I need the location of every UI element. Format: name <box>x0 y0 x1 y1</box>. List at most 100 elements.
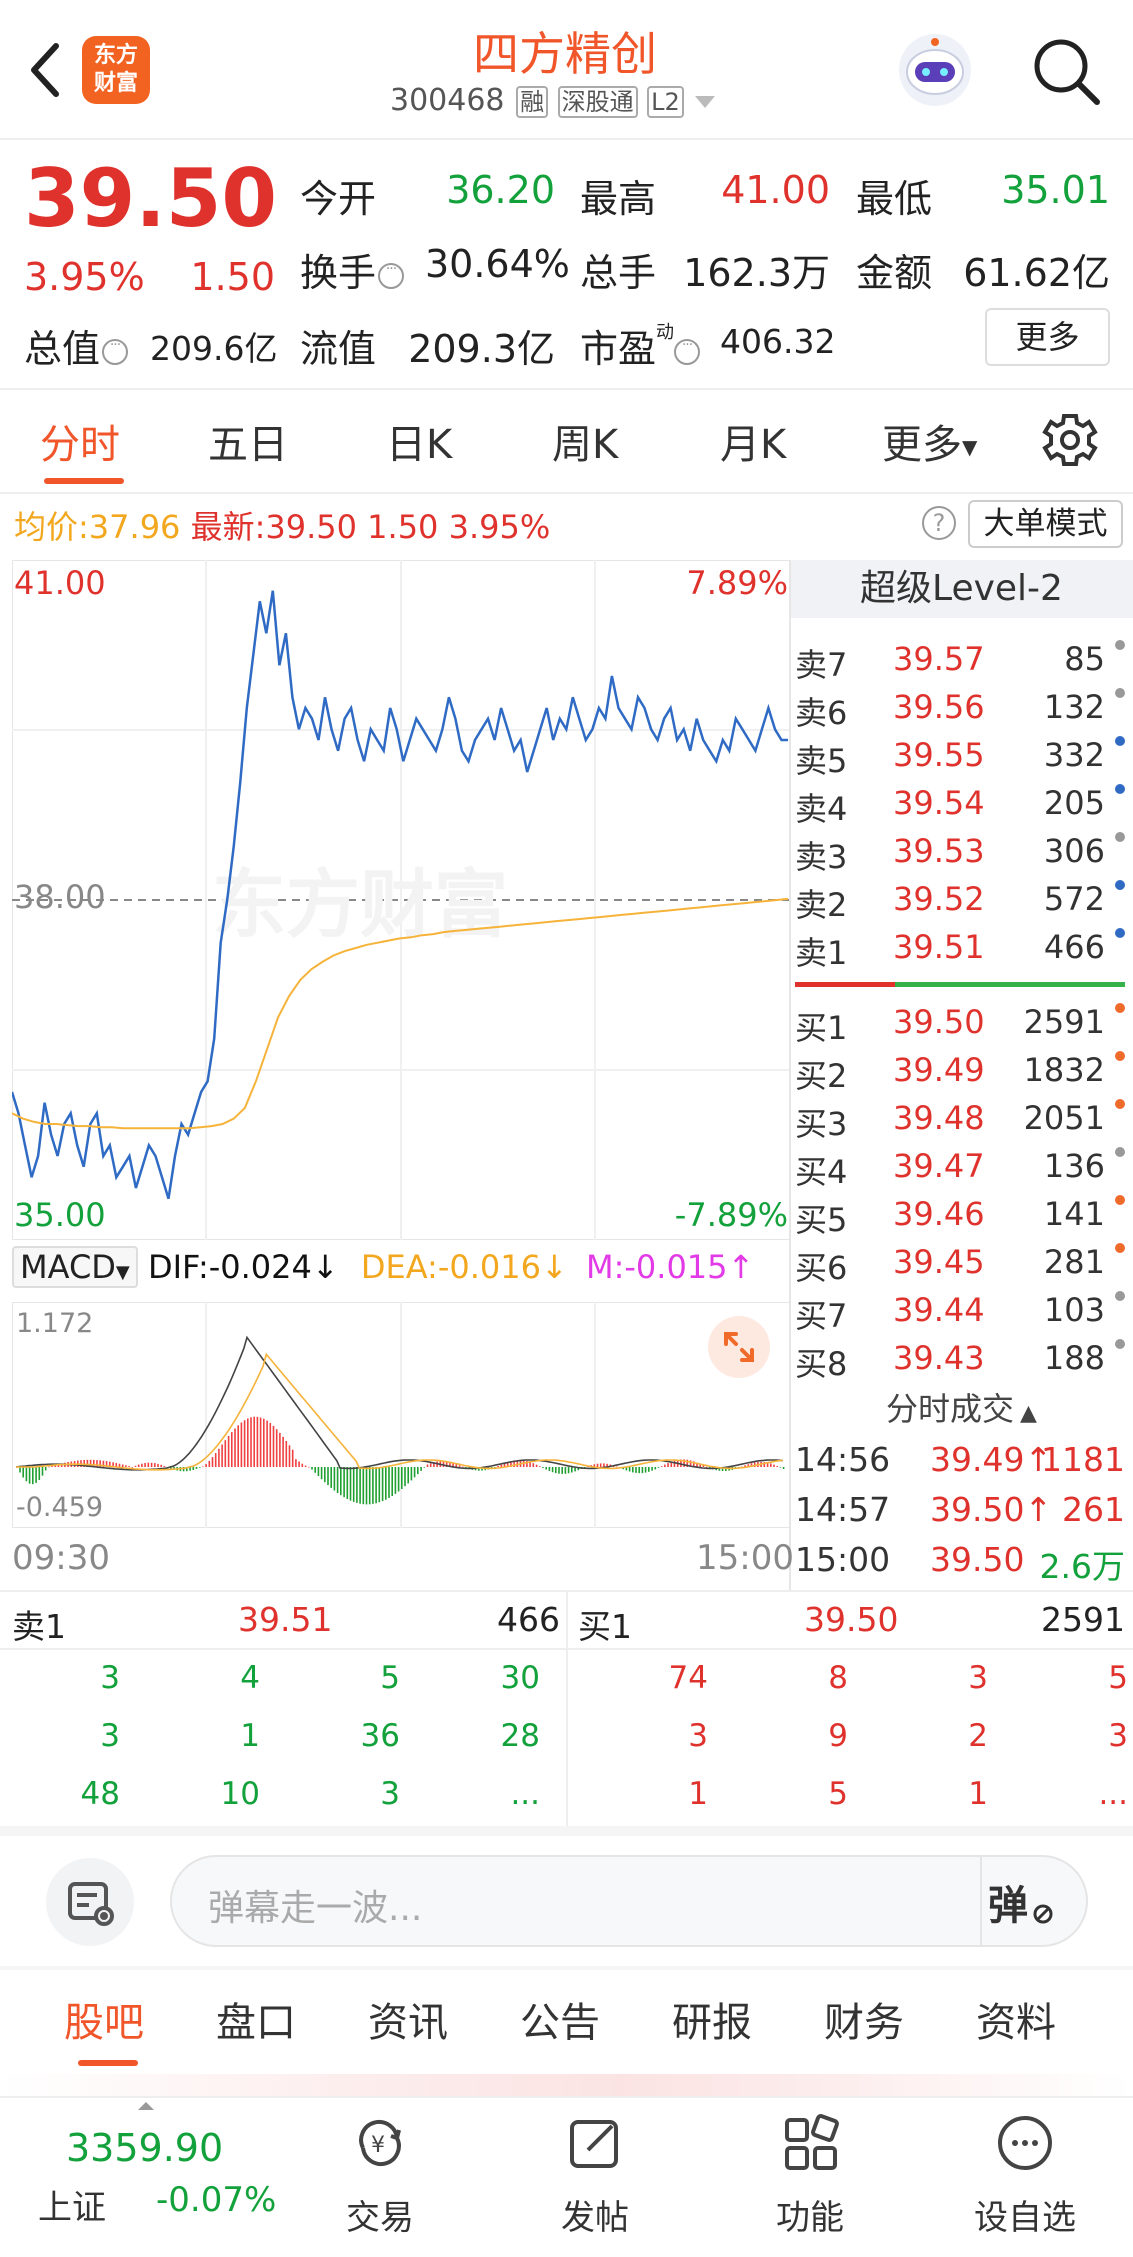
tab-daily-k[interactable]: 日K <box>386 412 452 470</box>
buy-queue-cell: 2 <box>968 1718 988 1754</box>
index-value: 3359.90 <box>66 2126 224 2170</box>
index-widget[interactable]: 3359.90 上证 -0.07% <box>20 2100 290 2250</box>
macd-bar <box>301 1463 304 1467</box>
info-icon[interactable] <box>378 261 405 289</box>
macd-selector[interactable]: MACD▼ <box>12 1246 138 1288</box>
order-dot <box>1115 832 1125 842</box>
big-order-mode-button[interactable]: 大单模式 <box>968 500 1123 548</box>
macd-bar <box>388 1467 390 1498</box>
macd-bar <box>378 1467 381 1503</box>
ask-row[interactable]: 卖5 39.55 332 <box>795 736 1125 784</box>
tab-fenshi[interactable]: 分时 <box>40 412 120 470</box>
bottom-tab-6[interactable]: 资料 <box>976 1990 1056 2048</box>
bid-row[interactable]: 买4 39.47 136 <box>795 1147 1125 1195</box>
macd-y-top: 1.172 <box>16 1308 94 1339</box>
bid-row[interactable]: 买6 39.45 281 <box>795 1243 1125 1291</box>
macd-bar <box>96 1460 98 1467</box>
danmu-input[interactable]: 弹幕走一波... 弹 <box>170 1855 1088 1947</box>
info-icon[interactable] <box>102 337 129 365</box>
danmu-send-button[interactable]: 弹 <box>988 1873 1078 1929</box>
macd-y-bottom: -0.459 <box>16 1492 104 1523</box>
sell-queue-cell: 48 <box>80 1776 120 1812</box>
buy-queue-cell: 74 <box>668 1660 708 1696</box>
help-icon[interactable]: ? <box>922 506 956 540</box>
macd-bar <box>356 1467 358 1503</box>
bid-row[interactable]: 买5 39.46 141 <box>795 1195 1125 1243</box>
bid-label: 买3 <box>795 1105 848 1143</box>
macd-bar <box>118 1463 121 1467</box>
ask-row[interactable]: 卖6 39.56 132 <box>795 688 1125 736</box>
danmu-settings-button[interactable] <box>46 1858 134 1946</box>
bottom-tab-2[interactable]: 资讯 <box>368 1990 448 2048</box>
tick-time: 14:57 <box>795 1490 891 1529</box>
ask-row[interactable]: 卖2 39.52 572 <box>795 880 1125 928</box>
post-button[interactable]: 发帖 <box>535 2108 655 2248</box>
macd-bar <box>558 1467 560 1474</box>
info-icon[interactable] <box>674 337 701 365</box>
macd-bar <box>263 1418 265 1467</box>
macd-bar <box>157 1463 159 1467</box>
bottom-tab-1[interactable]: 盘口 <box>216 1990 296 2048</box>
ticks-title[interactable]: 分时成交 ▲ <box>790 1384 1133 1430</box>
open-value: 36.20 <box>446 168 555 212</box>
order-dot <box>1115 688 1125 698</box>
ask-row[interactable]: 卖7 39.57 85 <box>795 640 1125 688</box>
badge-rong: 融 <box>516 86 549 118</box>
last-label: 最新: <box>190 508 266 546</box>
orderbook-title[interactable]: 超级Level-2 <box>790 560 1133 618</box>
bid-vol: 1832 <box>1023 1051 1105 1089</box>
settings-button[interactable] <box>1040 410 1100 470</box>
bottom-tab-0[interactable]: 股吧 <box>64 1990 144 2048</box>
bid-price: 39.49 <box>893 1051 985 1089</box>
more-button[interactable]: 更多 <box>985 308 1110 366</box>
macd-bar <box>657 1467 660 1468</box>
tab-wuri[interactable]: 五日 <box>208 412 288 470</box>
bottom-tab-4[interactable]: 研报 <box>672 1990 752 2048</box>
bid-row[interactable]: 买7 39.44 103 <box>795 1291 1125 1339</box>
macd-bar <box>224 1440 227 1467</box>
bid-vol: 2591 <box>1023 1003 1105 1041</box>
bid-label: 买8 <box>795 1345 848 1383</box>
expand-button[interactable] <box>708 1316 770 1378</box>
arrow-down-icon: ↓ <box>311 1248 339 1286</box>
macd-bar <box>397 1467 400 1492</box>
macd-bar <box>561 1467 563 1474</box>
bid-row[interactable]: 买3 39.48 2051 <box>795 1099 1125 1147</box>
ask-row[interactable]: 卖1 39.51 466 <box>795 928 1125 976</box>
macd-bar <box>243 1420 246 1467</box>
macd-bar <box>567 1467 570 1474</box>
ask-row[interactable]: 卖4 39.54 205 <box>795 784 1125 832</box>
ask-price: 39.53 <box>893 832 985 870</box>
macd-bar <box>391 1467 393 1496</box>
sell-queue-cell: 1 <box>240 1718 260 1754</box>
ask-row[interactable]: 卖3 39.53 306 <box>795 832 1125 880</box>
robot-avatar-icon[interactable] <box>895 30 975 110</box>
intraday-chart[interactable]: 东方财富 41.00 38.00 35.00 7.89% -7.89% <box>10 559 791 1241</box>
macd-chart[interactable]: 1.172 -0.459 <box>11 1301 791 1529</box>
tab-weekly-k[interactable]: 周K <box>552 412 618 470</box>
order-dot <box>1115 1339 1125 1349</box>
bottom-tab-3[interactable]: 公告 <box>520 1990 600 2048</box>
search-button[interactable] <box>1025 32 1105 112</box>
trade-button[interactable]: ¥ 交易 <box>320 2108 440 2248</box>
turnover-value: 30.64% <box>425 242 570 286</box>
function-button[interactable]: 功能 <box>750 2108 870 2248</box>
tab-more[interactable]: 更多▼ <box>882 412 977 470</box>
bid-row[interactable]: 买8 39.43 188 <box>795 1339 1125 1387</box>
tab-monthly-k[interactable]: 月K <box>720 412 786 470</box>
macd-bar <box>596 1463 599 1467</box>
bid-row[interactable]: 买1 39.50 2591 <box>795 1003 1125 1051</box>
back-button[interactable] <box>20 30 70 110</box>
ask-label: 卖5 <box>795 742 848 780</box>
watchlist-button[interactable]: 设自选 <box>960 2108 1090 2248</box>
macd-bar <box>160 1464 162 1467</box>
bid-price: 39.47 <box>893 1147 985 1185</box>
bid-vol: 281 <box>1043 1243 1105 1281</box>
order-dot <box>1115 1147 1125 1157</box>
stock-code-row[interactable]: 300468 融 深股通 L2 <box>390 82 740 126</box>
bid-row[interactable]: 买2 39.49 1832 <box>795 1051 1125 1099</box>
buy-queue-cell: 3 <box>968 1660 988 1696</box>
bid-label: 买6 <box>795 1249 848 1287</box>
bottom-tab-5[interactable]: 财务 <box>824 1990 904 2048</box>
macd-bar <box>603 1463 605 1467</box>
